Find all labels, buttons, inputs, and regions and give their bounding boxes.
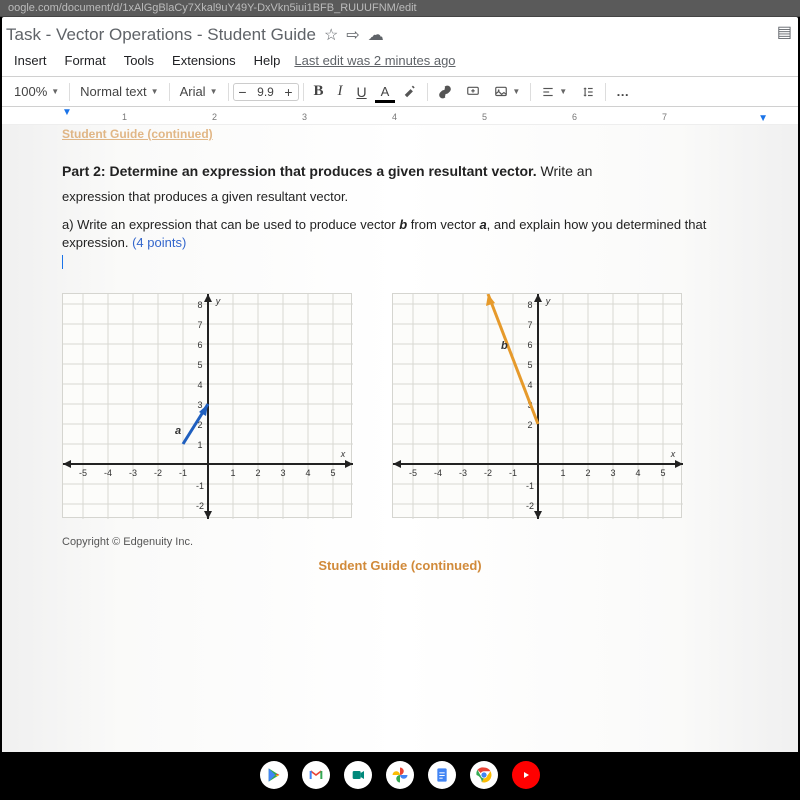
svg-text:4: 4 xyxy=(527,380,532,390)
font-size-control: − 9.9 + xyxy=(233,83,299,101)
header-continued: Student Guide (continued) xyxy=(62,127,738,141)
svg-text:x: x xyxy=(340,449,346,459)
zoom-dropdown[interactable]: 100%▼ xyxy=(8,82,65,101)
play-store-icon[interactable] xyxy=(260,761,288,789)
svg-text:2: 2 xyxy=(255,468,260,478)
svg-text:1: 1 xyxy=(230,468,235,478)
font-dropdown[interactable]: Arial▼ xyxy=(174,82,224,101)
comment-button[interactable] xyxy=(460,83,486,101)
svg-text:-1: -1 xyxy=(526,481,534,491)
svg-text:-2: -2 xyxy=(526,501,534,511)
docs-icon[interactable] xyxy=(428,761,456,789)
menu-help[interactable]: Help xyxy=(246,51,289,70)
last-edit-link[interactable]: Last edit was 2 minutes ago xyxy=(294,53,455,68)
move-icon[interactable]: ⇨ xyxy=(346,25,359,45)
svg-text:7: 7 xyxy=(197,320,202,330)
font-size-value[interactable]: 9.9 xyxy=(252,85,280,99)
svg-text:y: y xyxy=(215,296,221,306)
meet-icon[interactable] xyxy=(344,761,372,789)
svg-text:5: 5 xyxy=(330,468,335,478)
svg-text:6: 6 xyxy=(197,340,202,350)
italic-button[interactable]: I xyxy=(332,81,349,102)
svg-text:-4: -4 xyxy=(104,468,112,478)
part2-title: Part 2: Determine an expression that pro… xyxy=(62,163,738,179)
menu-extensions[interactable]: Extensions xyxy=(164,51,244,70)
svg-text:-2: -2 xyxy=(154,468,162,478)
underline-button[interactable]: U xyxy=(351,82,373,102)
svg-text:3: 3 xyxy=(197,400,202,410)
svg-text:-2: -2 xyxy=(484,468,492,478)
graph-vector-b: -5-4-3-2-1 12345 -1-2 2345678 x y b xyxy=(392,293,682,518)
style-dropdown[interactable]: Normal text▼ xyxy=(74,82,164,101)
svg-text:3: 3 xyxy=(280,468,285,478)
svg-text:8: 8 xyxy=(527,300,532,310)
svg-text:-4: -4 xyxy=(434,468,442,478)
star-icon[interactable]: ☆ xyxy=(324,25,338,45)
svg-text:-5: -5 xyxy=(79,468,87,478)
mode-icon[interactable]: ▤ xyxy=(777,22,792,42)
svg-text:-1: -1 xyxy=(179,468,187,478)
svg-text:x: x xyxy=(670,449,676,459)
font-size-plus[interactable]: + xyxy=(280,84,298,100)
align-button[interactable]: ▼ xyxy=(535,83,573,101)
svg-text:3: 3 xyxy=(610,468,615,478)
indent-marker-right-icon[interactable]: ▼ xyxy=(758,113,768,124)
text-cursor xyxy=(62,255,63,269)
svg-text:6: 6 xyxy=(527,340,532,350)
svg-text:4: 4 xyxy=(635,468,640,478)
bold-button[interactable]: B xyxy=(308,81,330,102)
image-button[interactable]: ▼ xyxy=(488,83,526,101)
ruler[interactable]: ▼ 1 2 3 4 5 6 7 ▼ xyxy=(2,107,798,125)
svg-text:-1: -1 xyxy=(196,481,204,491)
menu-tools[interactable]: Tools xyxy=(116,51,162,70)
menu-format[interactable]: Format xyxy=(57,51,114,70)
svg-text:7: 7 xyxy=(527,320,532,330)
gmail-icon[interactable] xyxy=(302,761,330,789)
graphs-row: -5 -4 -3 -2 -1 1 2 3 4 5 -1 -2 1 2 3 4 5 6 7 8 x y a xyxy=(62,293,738,518)
doc-title[interactable]: Task - Vector Operations - Student Guide xyxy=(6,25,316,45)
photos-icon[interactable] xyxy=(386,761,414,789)
svg-text:5: 5 xyxy=(660,468,665,478)
svg-text:-5: -5 xyxy=(409,468,417,478)
highlight-button[interactable] xyxy=(397,83,423,101)
browser-url-bar: oogle.com/document/d/1xAlGgBlaCy7Xkal9uY… xyxy=(0,0,800,17)
line-spacing-button[interactable] xyxy=(575,83,601,101)
svg-text:5: 5 xyxy=(197,360,202,370)
part2-subtitle: expression that produces a given resulta… xyxy=(62,189,738,204)
svg-text:a: a xyxy=(175,425,181,437)
svg-text:4: 4 xyxy=(305,468,310,478)
more-button[interactable]: … xyxy=(610,82,637,101)
svg-text:2: 2 xyxy=(585,468,590,478)
svg-text:2: 2 xyxy=(527,420,532,430)
svg-text:8: 8 xyxy=(197,300,202,310)
svg-text:1: 1 xyxy=(560,468,565,478)
svg-text:b: b xyxy=(501,340,508,352)
google-docs-window: ▤ Task - Vector Operations - Student Gui… xyxy=(2,17,798,752)
svg-text:-2: -2 xyxy=(196,501,204,511)
footer-continued: Student Guide (continued) xyxy=(62,558,738,573)
chrome-icon[interactable] xyxy=(470,761,498,789)
svg-text:1: 1 xyxy=(197,440,202,450)
copyright: Copyright © Edgenuity Inc. xyxy=(62,536,738,548)
cloud-status-icon[interactable]: ☁ xyxy=(368,25,384,45)
graph-vector-a: -5-4-3-2-1 12345 -1-2 12345678 x y a xyxy=(62,293,352,518)
menubar: Insert Format Tools Extensions Help Last… xyxy=(2,49,798,77)
text-color-button[interactable]: A xyxy=(375,82,396,101)
svg-text:-3: -3 xyxy=(459,468,467,478)
title-row: Task - Vector Operations - Student Guide… xyxy=(2,17,798,49)
svg-text:-3: -3 xyxy=(129,468,137,478)
question-a: a) Write an expression that can be used … xyxy=(62,216,738,251)
font-size-minus[interactable]: − xyxy=(234,84,252,100)
link-button[interactable] xyxy=(432,83,458,101)
toolbar: 100%▼ Normal text▼ Arial▼ − 9.9 + B I U … xyxy=(2,77,798,107)
svg-text:5: 5 xyxy=(527,360,532,370)
menu-insert[interactable]: Insert xyxy=(6,51,55,70)
svg-text:-1: -1 xyxy=(509,468,517,478)
svg-text:4: 4 xyxy=(197,380,202,390)
os-taskbar xyxy=(0,752,800,800)
svg-text:y: y xyxy=(545,296,551,306)
document-canvas[interactable]: Student Guide (continued) Part 2: Determ… xyxy=(2,125,798,752)
youtube-icon[interactable] xyxy=(512,761,540,789)
indent-marker-left-icon[interactable]: ▼ xyxy=(62,107,72,118)
